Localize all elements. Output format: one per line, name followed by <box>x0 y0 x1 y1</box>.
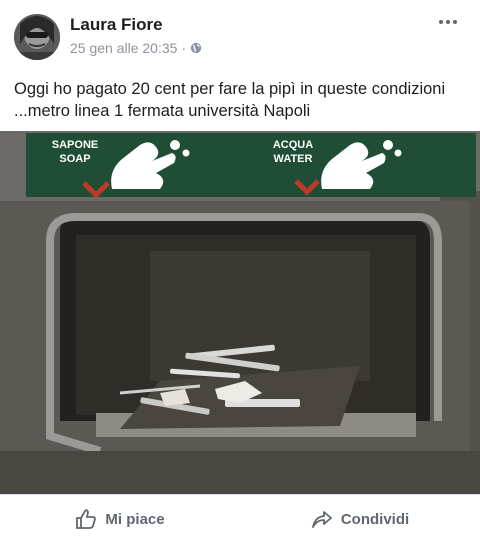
post-actions-bar: Mi piace Condividi <box>0 494 480 543</box>
sign-label-water: WATER <box>274 153 313 165</box>
share-button[interactable]: Condividi <box>240 495 480 543</box>
thumbs-up-icon <box>76 509 97 529</box>
sign-label-sapone: SAPONE <box>52 139 98 151</box>
globe-icon <box>190 42 202 54</box>
photo-scene: SAPONE SOAP ACQUA WATER <box>0 131 480 494</box>
post-header: Laura Fiore 25 gen alle 20:35 · <box>0 0 480 70</box>
like-button[interactable]: Mi piace <box>0 495 240 543</box>
avatar[interactable] <box>14 14 60 60</box>
more-dot-icon <box>453 20 457 24</box>
author-name[interactable]: Laura Fiore <box>70 15 163 35</box>
post-meta: 25 gen alle 20:35 · <box>70 40 202 56</box>
share-arrow-icon <box>311 511 332 528</box>
sign-label-soap: SOAP <box>59 153 90 165</box>
like-button-label: Mi piace <box>105 510 165 528</box>
post-text: Oggi ho pagato 20 cent per fare la pipì … <box>14 80 446 120</box>
meta-separator: · <box>181 40 187 56</box>
post-photo[interactable]: SAPONE SOAP ACQUA WATER <box>0 131 480 494</box>
post-timestamp[interactable]: 25 gen alle 20:35 <box>70 40 177 56</box>
more-options-button[interactable] <box>434 12 462 32</box>
more-dot-icon <box>439 20 443 24</box>
sign-label-acqua: ACQUA <box>273 139 313 151</box>
more-dot-icon <box>446 20 450 24</box>
share-button-label: Condividi <box>340 510 410 528</box>
